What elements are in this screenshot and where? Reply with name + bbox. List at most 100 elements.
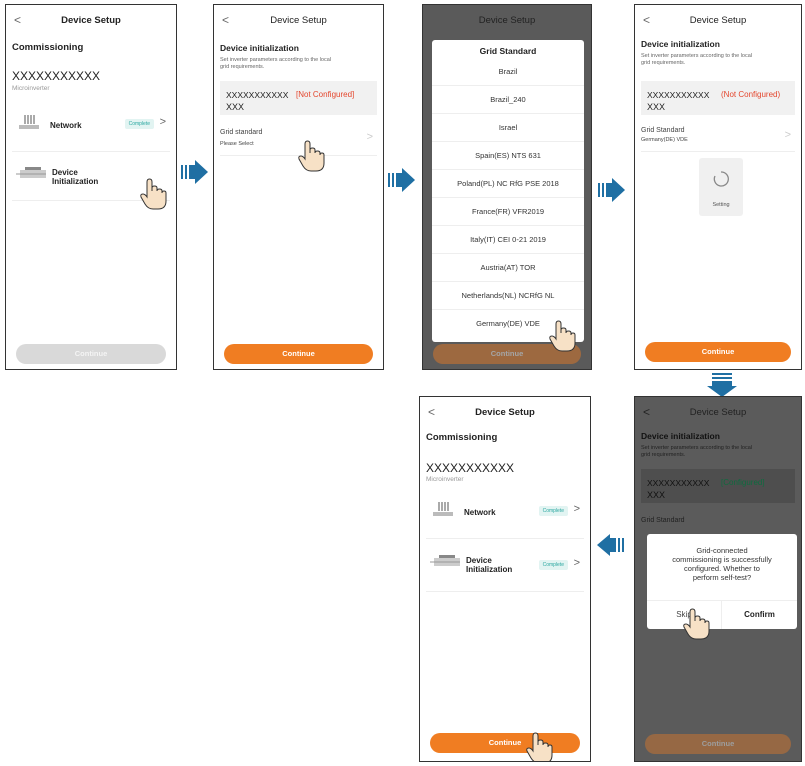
grid-standard-label: Grid Standard xyxy=(641,127,685,134)
spinner-icon xyxy=(713,171,729,187)
init-title: Device initialization xyxy=(220,43,299,53)
chevron-right-icon: > xyxy=(573,503,580,515)
device-sn-box: XXXXXXXXXXX (Not Configured) XXX xyxy=(641,81,795,115)
sn-value: XXXXXXXXXXX xyxy=(226,90,289,100)
screen-4-setting: < Device Setup Device initialization Set… xyxy=(634,4,802,370)
header: < Device Setup xyxy=(635,403,801,425)
continue-button[interactable]: Continue xyxy=(430,733,580,753)
init-description: Set inverter parameters according to the… xyxy=(641,445,752,458)
grid-standard-field[interactable]: Grid Standard Germany(DE) VDE > xyxy=(641,123,795,153)
init-description: Set inverter parameters according to the… xyxy=(220,57,331,70)
xxx-value: XXX xyxy=(226,102,245,112)
network-label: Network xyxy=(50,121,82,130)
router-icon xyxy=(19,115,39,129)
screen-5-self-test-dialog: < Device Setup Device initialization Set… xyxy=(634,396,802,762)
grid-standard-label: Grid Standard xyxy=(641,517,685,524)
tap-hand-icon xyxy=(298,140,325,172)
page-title: Device Setup xyxy=(689,15,747,26)
device-sn: XXXXXXXXXXX xyxy=(12,69,101,83)
inverter-icon xyxy=(430,555,460,566)
grid-standard-value: Germany(DE) VDE xyxy=(641,137,688,143)
not-configured-tag: (Not Configured) xyxy=(721,90,781,99)
divider xyxy=(426,538,584,539)
status-badge: Complete xyxy=(538,506,568,516)
grid-option[interactable]: Brazil xyxy=(432,58,584,86)
header: Device Setup xyxy=(423,11,591,33)
continue-button[interactable]: Continue xyxy=(645,734,791,754)
grid-option[interactable]: Austria(AT) TOR xyxy=(432,254,584,282)
screen-3-grid-standard-picker: Device Setup Continue Grid Standard Braz… xyxy=(422,4,592,370)
chevron-right-icon: > xyxy=(784,129,791,141)
xxx-value: XXX xyxy=(647,102,666,112)
divider xyxy=(12,151,170,152)
device-sn-box: XXXXXXXXXXX [Configured] XXX xyxy=(641,469,795,503)
grid-standard-label: Grid standard xyxy=(220,129,263,136)
status-badge: Complete xyxy=(538,560,568,570)
device-model: Microinverter xyxy=(426,476,464,483)
tap-hand-icon xyxy=(683,608,710,640)
network-row[interactable]: Network Complete > xyxy=(12,109,170,147)
grid-option[interactable]: France(FR) VFR2019 xyxy=(432,198,584,226)
page-title: Device Setup xyxy=(478,15,536,26)
configured-tag: [Configured] xyxy=(721,478,765,487)
divider xyxy=(641,151,795,152)
arrow-right-icon xyxy=(598,178,625,202)
grid-option[interactable]: Netherlands(NL) NCRfG NL xyxy=(432,282,584,310)
grid-option[interactable]: Poland(PL) NC RfG PSE 2018 xyxy=(432,170,584,198)
grid-standard-placeholder: Please Select xyxy=(220,141,254,147)
continue-button-disabled[interactable]: Continue xyxy=(16,344,166,364)
tap-hand-icon xyxy=(549,320,576,352)
grid-option[interactable]: Italy(IT) CEI 0-21 2019 xyxy=(432,226,584,254)
init-description: Set inverter parameters according to the… xyxy=(641,53,752,66)
router-icon xyxy=(433,502,453,516)
network-label: Network xyxy=(464,508,496,517)
header: < Device Setup xyxy=(214,11,383,33)
sn-value: XXXXXXXXXXX xyxy=(647,90,710,100)
screen-1-commissioning: < Device Setup Commissioning XXXXXXXXXXX… xyxy=(5,4,177,370)
commissioning-heading: Commissioning xyxy=(426,432,498,443)
page-title: Device Setup xyxy=(270,15,327,26)
arrow-down-icon xyxy=(707,373,737,397)
arrow-left-icon xyxy=(597,534,624,556)
tap-hand-icon xyxy=(526,732,553,761)
not-configured-tag: [Not Configured] xyxy=(296,90,355,99)
header: < Device Setup xyxy=(420,403,590,425)
continue-button[interactable]: Continue xyxy=(645,342,791,362)
device-init-label: Device Initialization xyxy=(52,168,99,186)
grid-standard-popup: Grid Standard Brazil Brazil_240 Israel S… xyxy=(432,40,584,342)
grid-option[interactable]: Brazil_240 xyxy=(432,86,584,114)
device-sn-box: XXXXXXXXXXX [Not Configured] XXX xyxy=(220,81,377,115)
tap-hand-icon xyxy=(140,178,167,210)
arrow-right-icon xyxy=(181,160,208,184)
setting-loader: Setting xyxy=(699,158,743,216)
popup-title: Grid Standard xyxy=(479,46,537,56)
confirm-button[interactable]: Confirm xyxy=(722,601,797,629)
device-initialization-row[interactable]: Device Initialization Complete > xyxy=(426,548,584,586)
chevron-right-icon: > xyxy=(366,131,373,143)
device-model: Microinverter xyxy=(12,85,50,92)
arrow-right-icon xyxy=(388,168,415,192)
chevron-right-icon: > xyxy=(573,557,580,569)
screen-6-commissioning-complete: < Device Setup Commissioning XXXXXXXXXXX… xyxy=(419,396,591,762)
init-title: Device initialization xyxy=(641,39,720,49)
inverter-icon xyxy=(16,167,46,178)
device-sn: XXXXXXXXXXX xyxy=(426,461,515,475)
grid-option[interactable]: Spain(ES) NTS 631 xyxy=(432,142,584,170)
sn-value: XXXXXXXXXXX xyxy=(647,478,710,488)
status-badge: Complete xyxy=(124,119,154,129)
device-init-label: Device Initialization xyxy=(466,556,513,574)
divider xyxy=(426,591,584,592)
page-title: Device Setup xyxy=(689,407,747,418)
init-title: Device initialization xyxy=(641,431,720,441)
screen-2-device-initialization: < Device Setup Device initialization Set… xyxy=(213,4,384,370)
commissioning-heading: Commissioning xyxy=(12,42,84,53)
continue-button[interactable]: Continue xyxy=(224,344,373,364)
xxx-value: XXX xyxy=(647,490,666,500)
setting-label: Setting xyxy=(712,202,730,208)
header: < Device Setup xyxy=(635,11,801,33)
network-row[interactable]: Network Complete > xyxy=(426,496,584,534)
grid-option[interactable]: Israel xyxy=(432,114,584,142)
page-title: Device Setup xyxy=(475,407,535,418)
page-title: Device Setup xyxy=(61,15,121,26)
chevron-right-icon: > xyxy=(159,116,166,128)
